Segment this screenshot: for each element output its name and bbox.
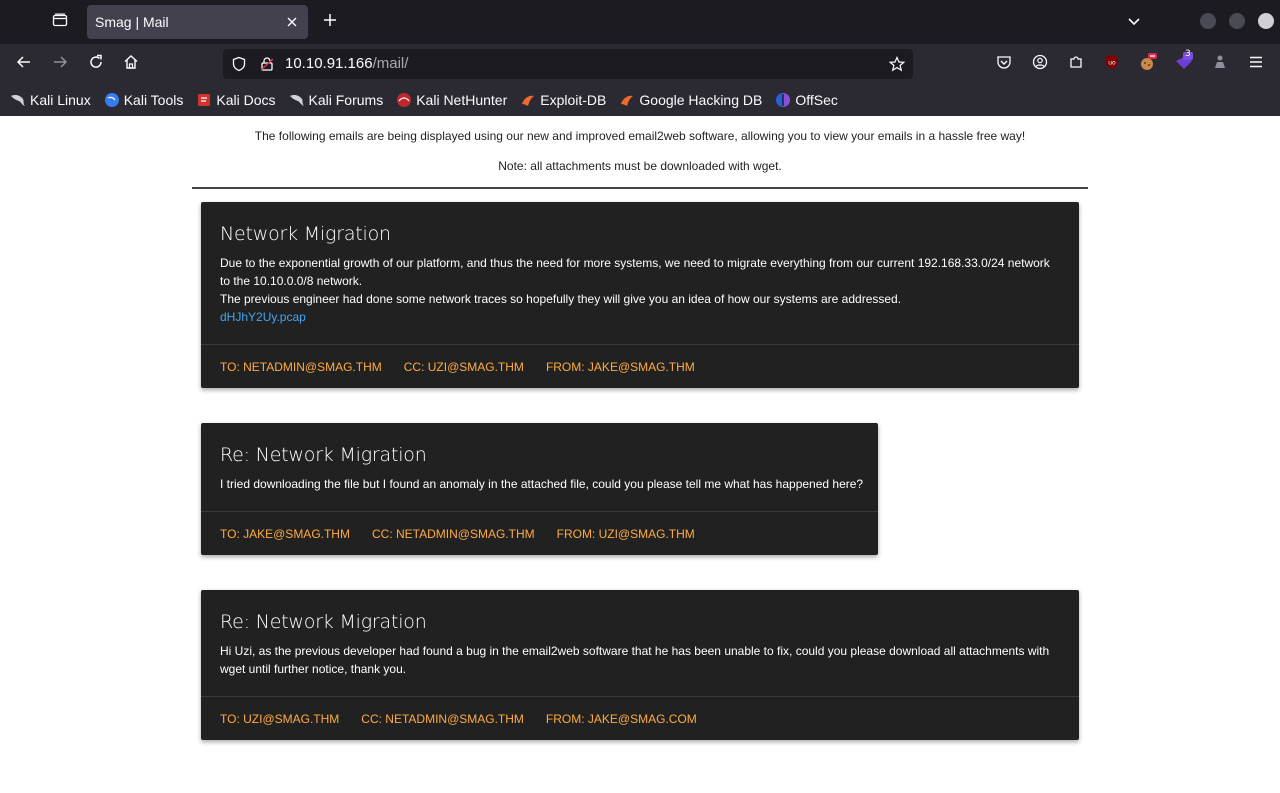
email-body: I tried downloading the file but I found… xyxy=(220,475,863,493)
bookmark-offsec[interactable]: OffSec xyxy=(775,92,838,108)
cookie-icon xyxy=(1138,52,1158,76)
bookmark-kali-nethunter[interactable]: Kali NetHunter xyxy=(396,92,507,108)
nethunter-icon xyxy=(396,92,412,108)
maximize-button[interactable] xyxy=(1229,13,1245,29)
bookmark-kali-docs[interactable]: Kali Docs xyxy=(196,92,276,108)
email-from: From: uzi@smag.thm xyxy=(556,527,695,541)
url-bar[interactable]: 10.10.91.166/mail/ xyxy=(223,49,913,79)
pocket-icon xyxy=(996,54,1012,74)
email-line: The previous engineer had done some netw… xyxy=(220,292,902,306)
minimize-button[interactable] xyxy=(1200,13,1216,29)
reload-button[interactable] xyxy=(82,50,110,78)
tab-close-icon[interactable] xyxy=(282,12,302,32)
extensions-button[interactable] xyxy=(1064,52,1088,76)
kali-dragon-icon xyxy=(289,92,305,108)
arrow-left-icon xyxy=(16,54,32,74)
url-path: /mail/ xyxy=(372,55,409,72)
email-card: Re: Network Migration Hi Uzi, as the pre… xyxy=(201,590,1079,740)
hamburger-menu-icon xyxy=(1248,54,1264,74)
email-title: Re: Network Migration xyxy=(220,611,427,633)
firefox-view-icon xyxy=(52,12,68,32)
email-line: Due to the exponential growth of our pla… xyxy=(220,256,1050,270)
arrow-right-icon xyxy=(52,54,68,74)
puzzle-icon xyxy=(1068,54,1084,74)
kali-tools-icon xyxy=(104,92,120,108)
email-from: From: jake@smag.com xyxy=(545,712,697,726)
email-title: Network Migration xyxy=(220,223,391,245)
svg-text:uo: uo xyxy=(1108,60,1116,67)
intro-text: The following emails are being displayed… xyxy=(254,129,1026,143)
email-cc: CC: netadmin@smag.thm xyxy=(361,712,524,726)
new-tab-button[interactable] xyxy=(316,8,344,36)
url-text: 10.10.91.166/mail/ xyxy=(285,55,408,72)
ublock-icon: uo xyxy=(1104,54,1120,74)
bookmark-google-hacking-db[interactable]: Google Hacking DB xyxy=(619,92,762,108)
tab-bar: Smag | Mail xyxy=(0,0,1280,44)
insecure-lock-icon[interactable] xyxy=(257,54,277,74)
firefox-view-button[interactable] xyxy=(46,8,74,36)
back-button[interactable] xyxy=(10,50,38,78)
list-all-tabs-button[interactable] xyxy=(1120,8,1148,36)
navigation-toolbar: 10.10.91.166/mail/ uo 3 xyxy=(0,44,1280,84)
bookmark-exploit-db[interactable]: Exploit-DB xyxy=(520,92,606,108)
ghdb-icon xyxy=(619,92,635,108)
email-card: Re: Network Migration I tried downloadin… xyxy=(201,423,878,555)
email-body: Hi Uzi, as the previous developer had fo… xyxy=(220,642,1049,678)
tab-active[interactable]: Smag | Mail xyxy=(87,5,308,39)
bookmark-star-icon[interactable] xyxy=(887,54,907,74)
email-to: To: jake@smag.thm xyxy=(220,527,350,541)
email-body: Due to the exponential growth of our pla… xyxy=(220,254,1050,326)
attachment-note: Note: all attachments must be downloaded… xyxy=(498,159,782,173)
plus-icon xyxy=(322,12,338,32)
offsec-icon xyxy=(775,92,791,108)
reload-icon xyxy=(88,54,104,74)
email-headers: To: jake@smag.thm CC: netadmin@smag.thm … xyxy=(201,511,878,556)
email-headers: To: netadmin@smag.thm CC: uzi@smag.thm F… xyxy=(201,344,1079,389)
hack-tools-icon xyxy=(1173,51,1195,77)
attachment-link[interactable]: dHJhY2Uy.pcap xyxy=(220,308,1050,326)
email-line: Hi Uzi, as the previous developer had fo… xyxy=(220,644,1050,658)
ublock-button[interactable]: uo xyxy=(1100,52,1124,76)
account-button[interactable] xyxy=(1028,52,1052,76)
wappalyzer-button[interactable] xyxy=(1208,52,1232,76)
divider xyxy=(192,187,1088,189)
exploit-db-icon xyxy=(520,92,536,108)
email-headers: To: uzi@smag.thm CC: netadmin@smag.thm F… xyxy=(201,696,1079,741)
extension-badge: 3 xyxy=(1185,49,1191,59)
email-to: To: netadmin@smag.thm xyxy=(220,360,382,374)
email-line: to the 10.10.0.0/8 network. xyxy=(220,274,363,288)
email-to: To: uzi@smag.thm xyxy=(220,712,340,726)
home-button[interactable] xyxy=(117,50,145,78)
email-line: wget until further notice, thank you. xyxy=(220,662,407,676)
email-card: Network Migration Due to the exponential… xyxy=(201,202,1079,388)
email-line: I tried downloading the file but I found… xyxy=(220,477,864,491)
tab-title: Smag | Mail xyxy=(95,14,169,30)
forward-button[interactable] xyxy=(46,50,74,78)
url-host: 10.10.91.166 xyxy=(285,55,373,72)
hack-tools-button[interactable]: 3 xyxy=(1172,49,1196,77)
bookmarks-toolbar: Kali Linux Kali Tools Kali Docs Kali For… xyxy=(0,84,1280,116)
email-from: From: jake@smag.thm xyxy=(545,360,695,374)
bookmark-kali-linux[interactable]: Kali Linux xyxy=(10,92,91,108)
bookmark-kali-tools[interactable]: Kali Tools xyxy=(104,92,183,108)
browser-chrome: Smag | Mail 10.10.91.166/mail/ uo 3 Kali… xyxy=(0,0,1280,116)
window-close-button[interactable] xyxy=(1258,13,1274,29)
extension-figure-icon xyxy=(1212,54,1228,74)
page-content: The following emails are being displayed… xyxy=(0,116,1280,793)
tracking-shield-icon[interactable] xyxy=(229,54,249,74)
email-title: Re: Network Migration xyxy=(220,444,427,466)
account-icon xyxy=(1032,54,1048,74)
home-icon xyxy=(123,54,139,74)
chevron-down-icon xyxy=(1127,13,1141,32)
kali-docs-icon xyxy=(196,92,212,108)
pocket-button[interactable] xyxy=(992,52,1016,76)
app-menu-button[interactable] xyxy=(1244,52,1268,76)
kali-dragon-icon xyxy=(10,92,26,108)
email-cc: CC: netadmin@smag.thm xyxy=(371,527,535,541)
bookmark-kali-forums[interactable]: Kali Forums xyxy=(289,92,383,108)
cookie-extension-button[interactable] xyxy=(1136,52,1160,76)
email-cc: CC: uzi@smag.thm xyxy=(403,360,524,374)
